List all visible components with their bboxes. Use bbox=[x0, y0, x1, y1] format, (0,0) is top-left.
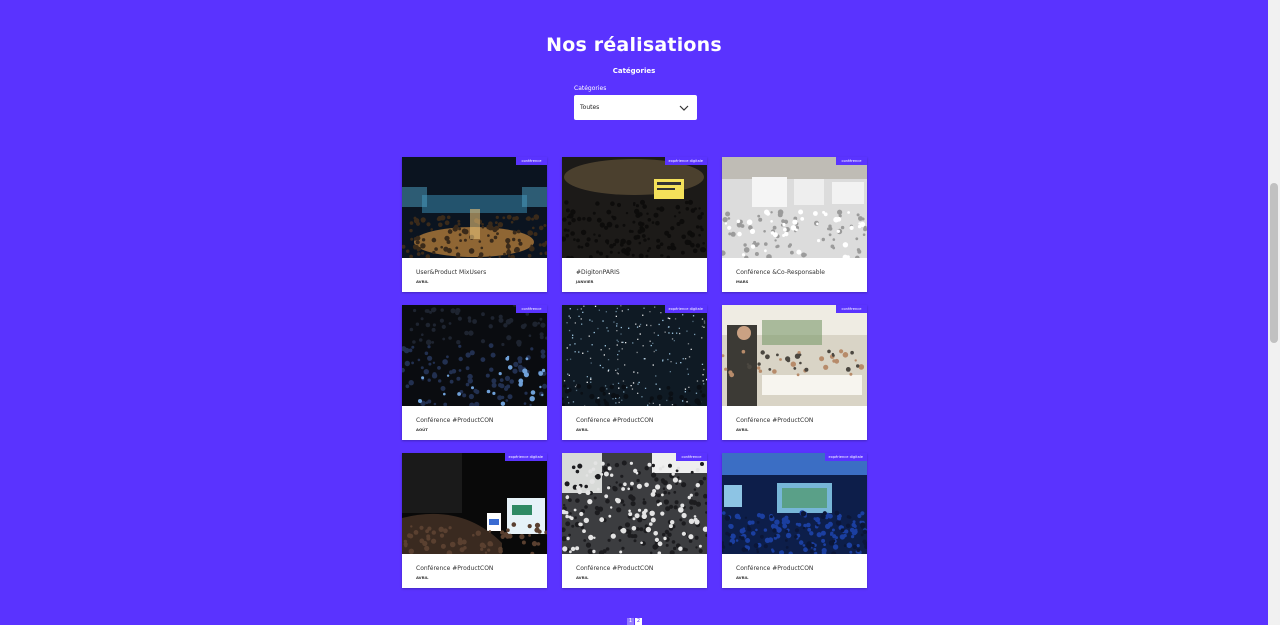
photo-illustration bbox=[562, 305, 707, 406]
project-date: JANVIER bbox=[576, 279, 594, 284]
project-title: Conférence #ProductCON bbox=[576, 417, 654, 424]
page-title: Nos réalisations bbox=[546, 34, 722, 56]
projects-grid: conférence User&Product MixUsers AVRIL e… bbox=[402, 157, 867, 588]
category-badge: conférence bbox=[516, 305, 547, 314]
photo-illustration bbox=[402, 305, 547, 406]
project-card[interactable]: conférence Conférence #ProductCON AOÛT bbox=[402, 305, 547, 440]
category-badge: conférence bbox=[836, 305, 867, 314]
category-badge: expérience digitale bbox=[824, 453, 867, 462]
project-image bbox=[722, 453, 867, 554]
photo-illustration bbox=[402, 157, 547, 258]
project-image bbox=[402, 453, 547, 554]
page-subtitle: Catégories bbox=[612, 67, 656, 75]
category-badge: conférence bbox=[516, 157, 547, 166]
project-card[interactable]: conférence Conférence #ProductCON AVRIL bbox=[722, 305, 867, 440]
scrollbar-thumb[interactable] bbox=[1270, 183, 1278, 343]
project-date: MARS bbox=[736, 279, 749, 284]
project-title: #DigitonPARIS bbox=[576, 269, 620, 276]
category-filter-label: Catégories bbox=[574, 85, 607, 92]
photo-illustration bbox=[562, 157, 707, 258]
category-badge: conférence bbox=[676, 453, 707, 462]
project-image bbox=[722, 305, 867, 406]
category-badge: expérience digitale bbox=[664, 157, 707, 166]
category-badge: expérience digitale bbox=[504, 453, 547, 462]
project-card[interactable]: conférence User&Product MixUsers AVRIL bbox=[402, 157, 547, 292]
page-2-button[interactable]: 2 bbox=[635, 618, 642, 625]
page-1-button[interactable]: 1 bbox=[627, 618, 634, 625]
project-card[interactable]: expérience digitale #DigitonPARIS JANVIE… bbox=[562, 157, 707, 292]
project-image bbox=[402, 157, 547, 258]
project-date: AVRIL bbox=[576, 427, 589, 432]
category-select[interactable]: Toutes bbox=[574, 95, 697, 120]
photo-illustration bbox=[562, 453, 707, 554]
photo-illustration bbox=[722, 157, 867, 258]
category-select-value: Toutes bbox=[580, 104, 600, 111]
photo-illustration bbox=[402, 453, 547, 554]
project-title: Conférence #ProductCON bbox=[576, 565, 654, 572]
project-title: User&Product MixUsers bbox=[416, 269, 487, 276]
category-badge: expérience digitale bbox=[664, 305, 707, 314]
photo-illustration bbox=[722, 453, 867, 554]
chevron-down-icon bbox=[679, 105, 689, 111]
page: Nos réalisations Catégories Catégories T… bbox=[0, 0, 1280, 625]
pagination: 1 2 bbox=[627, 618, 642, 625]
project-title: Conférence #ProductCON bbox=[416, 565, 494, 572]
project-image bbox=[722, 157, 867, 258]
project-title: Conférence #ProductCON bbox=[416, 417, 494, 424]
project-title: Conférence #ProductCON bbox=[736, 565, 814, 572]
project-image bbox=[562, 453, 707, 554]
vertical-scrollbar[interactable] bbox=[1268, 0, 1280, 625]
project-title: Conférence #ProductCON bbox=[736, 417, 814, 424]
project-date: AVRIL bbox=[416, 575, 429, 580]
project-card[interactable]: expérience digitale Conférence #ProductC… bbox=[402, 453, 547, 588]
project-card[interactable]: expérience digitale Conférence #ProductC… bbox=[722, 453, 867, 588]
project-date: AVRIL bbox=[736, 575, 749, 580]
project-card[interactable]: conférence Conférence &Co-Responsable MA… bbox=[722, 157, 867, 292]
category-badge: conférence bbox=[836, 157, 867, 166]
project-image bbox=[562, 157, 707, 258]
photo-illustration bbox=[722, 305, 867, 406]
project-card[interactable]: conférence Conférence #ProductCON AVRIL bbox=[562, 453, 707, 588]
project-date: AVRIL bbox=[576, 575, 589, 580]
project-date: AOÛT bbox=[416, 427, 428, 432]
project-card[interactable]: expérience digitale Conférence #ProductC… bbox=[562, 305, 707, 440]
project-title: Conférence &Co-Responsable bbox=[736, 269, 825, 276]
project-date: AVRIL bbox=[416, 279, 429, 284]
project-image bbox=[402, 305, 547, 406]
project-image bbox=[562, 305, 707, 406]
project-date: AVRIL bbox=[736, 427, 749, 432]
